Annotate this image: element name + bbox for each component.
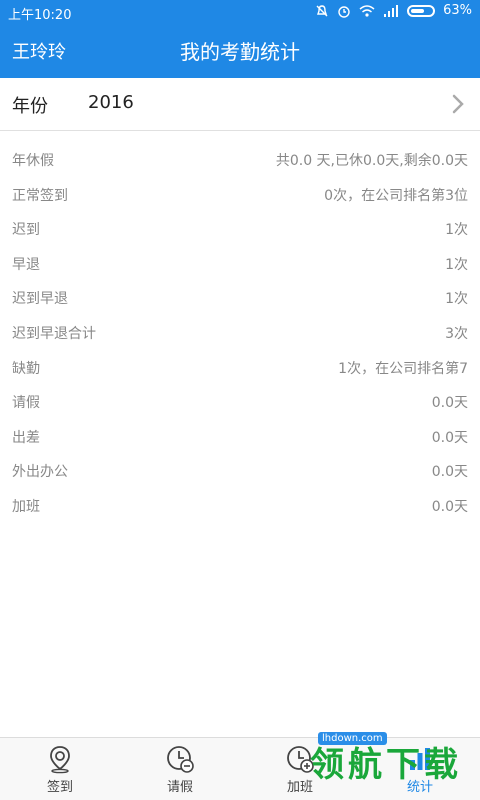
status-time: 上午10:20 <box>8 8 72 23</box>
battery-percent: 63% <box>443 3 472 18</box>
stat-value: 0次，在公司排名第3位 <box>324 187 468 204</box>
battery-fill <box>411 8 425 13</box>
stat-label: 加班 <box>12 498 40 515</box>
nav-item-checkin[interactable]: 签到 <box>0 738 120 800</box>
stat-label: 迟到 <box>12 222 40 239</box>
status-icons: 63% <box>315 3 472 18</box>
stat-label: 早退 <box>12 256 40 273</box>
signal-icon <box>384 4 399 17</box>
stat-label: 外出办公 <box>12 464 68 481</box>
stat-row-late-early-total: 迟到早退合计 3次 <box>0 315 480 350</box>
battery-icon <box>407 4 436 17</box>
stat-value: 1次 <box>445 256 468 273</box>
stat-value: 0.0天 <box>431 464 468 481</box>
mute-icon <box>316 4 328 16</box>
watermark-text: 领航下载 <box>310 745 462 785</box>
stat-row-late: 迟到 1次 <box>0 211 480 246</box>
stat-value: 0.0天 <box>431 429 468 446</box>
stat-value: 共0.0 天,已休0.0天,剩余0.0天 <box>275 153 468 169</box>
stat-label: 迟到早退 <box>12 291 68 308</box>
stat-row-absence: 缺勤 1次，在公司排名第7 <box>0 350 480 385</box>
stat-row-normal-checkin: 正常签到 0次，在公司排名第3位 <box>0 177 480 212</box>
stat-value: 1次，在公司排名第7 <box>338 360 468 377</box>
app-bar: 王玲玲 我的考勤统计 <box>0 24 480 78</box>
stat-label: 年休假 <box>12 153 54 169</box>
nav-item-leave[interactable]: 请假 <box>120 738 240 800</box>
stat-label: 迟到早退合计 <box>12 325 96 342</box>
stat-row-field-work: 外出办公 0.0天 <box>0 453 480 488</box>
clock-minus-icon <box>167 746 194 773</box>
nav-label: 签到 <box>46 780 73 795</box>
year-label: 年份 <box>12 96 48 117</box>
wifi-icon <box>359 4 375 17</box>
watermark: lhdown.com 领航下载 <box>300 732 472 792</box>
stat-value: 1次 <box>445 222 468 239</box>
stat-row-late-and-early: 迟到早退 1次 <box>0 280 480 315</box>
stat-label: 正常签到 <box>12 187 68 204</box>
stat-label: 缺勤 <box>12 360 40 377</box>
location-pin-icon <box>50 746 70 774</box>
year-value: 2016 <box>88 92 134 113</box>
nav-label: 请假 <box>166 780 193 795</box>
stat-row-early-leave: 早退 1次 <box>0 246 480 281</box>
status-bar: 上午10:20 63% <box>0 0 480 24</box>
stat-row-overtime: 加班 0.0天 <box>0 488 480 523</box>
stat-row-annual-leave: 年休假 共0.0 天,已休0.0天,剩余0.0天 <box>0 142 480 177</box>
stats-list: 年休假 共0.0 天,已休0.0天,剩余0.0天 正常签到 0次，在公司排名第3… <box>0 142 480 523</box>
stat-label: 出差 <box>12 429 40 446</box>
stat-value: 3次 <box>445 325 468 342</box>
stat-value: 0.0天 <box>431 498 468 515</box>
stat-value: 0.0天 <box>431 395 468 412</box>
stat-row-business-trip: 出差 0.0天 <box>0 419 480 454</box>
alarm-icon <box>338 5 350 18</box>
chevron-right-icon <box>452 94 464 114</box>
year-selector[interactable]: 年份 2016 <box>0 78 480 131</box>
stat-value: 1次 <box>445 291 468 308</box>
stat-row-leave: 请假 0.0天 <box>0 384 480 419</box>
stat-label: 请假 <box>12 395 40 412</box>
page-title: 我的考勤统计 <box>180 40 300 64</box>
